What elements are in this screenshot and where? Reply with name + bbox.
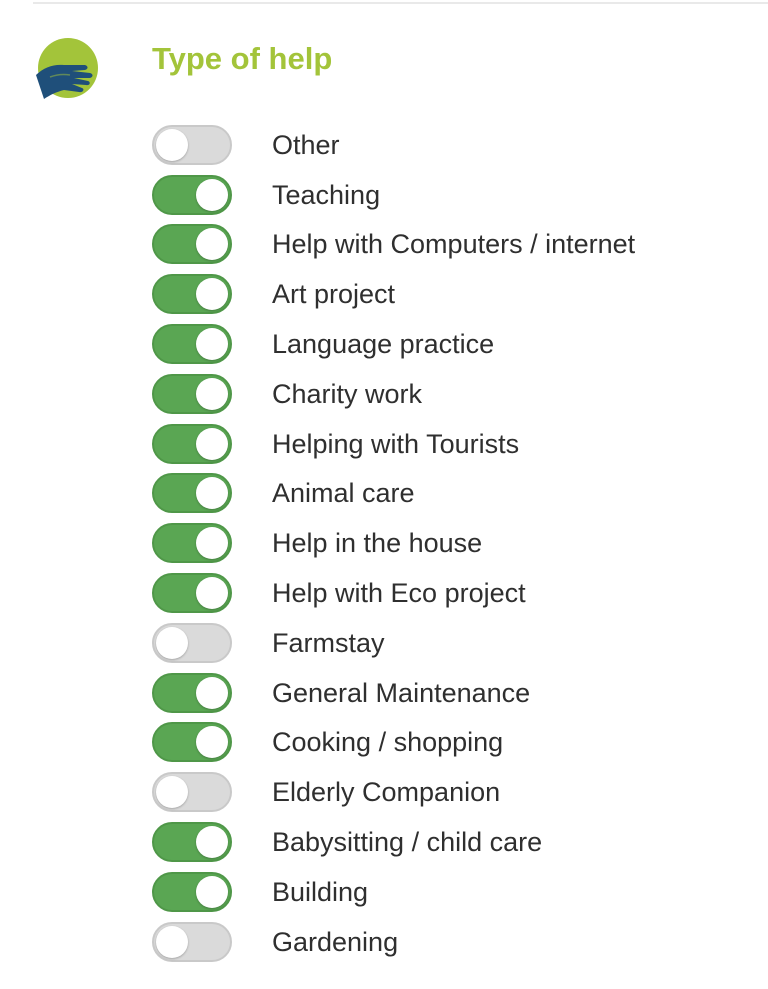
toggle-switch-farmstay[interactable]	[152, 622, 232, 663]
option-row-babysitting-child-care: Babysitting / child care	[152, 817, 752, 867]
options-list: Other Teaching Help with Computers / inter…	[152, 120, 752, 967]
toggle-switch-teaching[interactable]	[152, 174, 232, 215]
option-label[interactable]: Helping with Tourists	[272, 426, 519, 462]
option-label[interactable]: Babysitting / child care	[272, 824, 542, 860]
toggle-switch-elderly-companion[interactable]	[152, 772, 232, 813]
toggle-switch-art-project[interactable]	[152, 274, 232, 315]
toggle-knob	[196, 477, 228, 510]
toggle-knob	[196, 577, 228, 610]
option-label[interactable]: Teaching	[272, 177, 380, 213]
toggle-switch-general-maintenance[interactable]	[152, 672, 232, 713]
option-label[interactable]: Elderly Companion	[272, 774, 500, 810]
top-divider	[33, 2, 768, 4]
toggle-knob	[196, 278, 228, 311]
toggle-knob	[196, 228, 228, 261]
option-row-charity-work: Charity work	[152, 369, 752, 419]
toggle-knob	[156, 128, 188, 161]
option-row-art-project: Art project	[152, 269, 752, 319]
toggle-switch-help-with-eco-project[interactable]	[152, 573, 232, 614]
option-label[interactable]: Other	[272, 127, 340, 163]
option-label[interactable]: Help in the house	[272, 525, 482, 561]
option-row-cooking-shopping: Cooking / shopping	[152, 718, 752, 768]
toggle-knob	[196, 676, 228, 709]
toggle-switch-cooking-shopping[interactable]	[152, 722, 232, 763]
option-row-teaching: Teaching	[152, 170, 752, 220]
option-label[interactable]: Art project	[272, 276, 395, 312]
toggle-switch-building[interactable]	[152, 871, 232, 912]
toggle-switch-language-practice[interactable]	[152, 324, 232, 365]
option-row-farmstay: Farmstay	[152, 618, 752, 668]
toggle-knob	[196, 527, 228, 560]
toggle-knob	[156, 776, 188, 809]
toggle-knob	[196, 726, 228, 759]
toggle-switch-babysitting-child-care[interactable]	[152, 822, 232, 863]
toggle-knob	[196, 427, 228, 460]
toggle-switch-charity-work[interactable]	[152, 373, 232, 414]
section-title: Type of help	[152, 41, 333, 76]
toggle-knob	[196, 178, 228, 211]
toggle-switch-other[interactable]	[152, 124, 232, 165]
option-label[interactable]: Building	[272, 874, 368, 910]
toggle-switch-helping-with-tourists[interactable]	[152, 423, 232, 464]
option-row-building: Building	[152, 867, 752, 917]
toggle-knob	[196, 826, 228, 859]
option-label[interactable]: Help with Computers / internet	[272, 226, 635, 262]
option-row-help-with-computers-internet: Help with Computers / internet	[152, 220, 752, 270]
toggle-switch-help-with-computers-internet[interactable]	[152, 224, 232, 265]
toggle-knob	[196, 328, 228, 361]
option-row-language-practice: Language practice	[152, 319, 752, 369]
toggle-knob	[196, 377, 228, 410]
toggle-knob	[196, 875, 228, 908]
toggle-switch-help-in-the-house[interactable]	[152, 523, 232, 564]
toggle-knob	[156, 925, 188, 958]
option-label[interactable]: Language practice	[272, 326, 494, 362]
option-row-general-maintenance: General Maintenance	[152, 668, 752, 718]
option-row-helping-with-tourists: Helping with Tourists	[152, 419, 752, 469]
toggle-switch-gardening[interactable]	[152, 921, 232, 962]
option-row-elderly-companion: Elderly Companion	[152, 767, 752, 817]
helping-hand-icon	[34, 37, 100, 101]
option-label[interactable]: Cooking / shopping	[272, 724, 503, 760]
option-label[interactable]: Charity work	[272, 376, 422, 412]
toggle-switch-animal-care[interactable]	[152, 473, 232, 514]
option-label[interactable]: Farmstay	[272, 625, 385, 661]
option-label[interactable]: General Maintenance	[272, 675, 530, 711]
option-row-help-with-eco-project: Help with Eco project	[152, 568, 752, 618]
option-label[interactable]: Help with Eco project	[272, 575, 526, 611]
option-label[interactable]: Animal care	[272, 475, 415, 511]
option-label[interactable]: Gardening	[272, 924, 398, 960]
toggle-knob	[156, 626, 188, 659]
option-row-other: Other	[152, 120, 752, 170]
option-row-gardening: Gardening	[152, 917, 752, 967]
option-row-help-in-the-house: Help in the house	[152, 518, 752, 568]
option-row-animal-care: Animal care	[152, 469, 752, 519]
